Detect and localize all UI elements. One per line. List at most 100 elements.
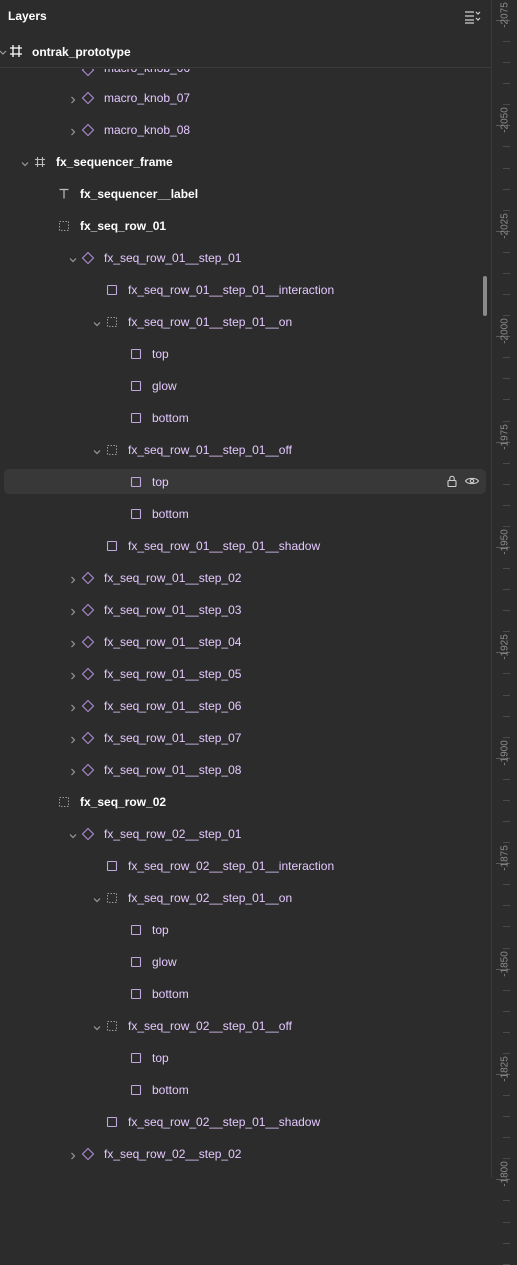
layer-row[interactable]: fx_seq_row_01__step_01 [0, 242, 491, 274]
chevron-right-icon[interactable] [68, 604, 78, 616]
layer-row[interactable]: fx_sequencer__label [0, 178, 491, 210]
layer-label: bottom [152, 507, 189, 521]
chevron-right-icon[interactable] [68, 572, 78, 584]
rectangle-icon [105, 859, 119, 873]
group-icon [105, 1019, 119, 1033]
layer-row[interactable]: fx_sequencer_frame [0, 146, 491, 178]
layer-row-root[interactable]: ontrak_prototype [0, 36, 491, 68]
component-instance-icon [81, 91, 95, 105]
chevron-down-icon[interactable] [68, 828, 78, 839]
layer-label: macro_knob_07 [104, 91, 191, 105]
layer-row[interactable]: top [0, 338, 491, 370]
layer-row[interactable]: fx_seq_row_02__step_01__shadow [0, 1106, 491, 1138]
ruler-minor-tick [503, 420, 510, 422]
layer-row[interactable]: glow [0, 370, 491, 402]
layer-row[interactable]: bottom [0, 1074, 491, 1106]
ruler-minor-tick [503, 1242, 510, 1244]
ruler-minor-tick [503, 1221, 510, 1223]
rectangle-icon [129, 507, 143, 521]
collapse-layers-icon[interactable] [463, 9, 481, 25]
layer-row[interactable]: fx_seq_row_02__step_01__off [0, 1010, 491, 1042]
ruler-minor-tick [503, 631, 510, 633]
layer-row[interactable]: fx_seq_row_01__step_05 [0, 658, 491, 690]
ruler-label: -1950 [499, 529, 511, 555]
layer-row[interactable]: macro_knob_08 [0, 114, 491, 146]
ruler-label: -1900 [499, 740, 511, 766]
layer-label[interactable]: macro_knob_06 [104, 69, 190, 75]
layer-row[interactable]: fx_seq_row_02 [0, 786, 491, 818]
chevron-down-icon[interactable] [92, 892, 102, 903]
layer-row[interactable]: top [0, 466, 491, 498]
chevron-down-icon[interactable] [92, 1020, 102, 1031]
layer-label: fx_seq_row_01__step_01__interaction [128, 283, 335, 297]
layer-row[interactable]: fx_seq_row_01__step_01__off [0, 434, 491, 466]
layer-row[interactable]: top [0, 914, 491, 946]
ruler-minor-tick [503, 399, 510, 401]
ruler-label: -1825 [499, 1056, 511, 1082]
ruler-minor-tick [503, 694, 510, 696]
layer-row[interactable]: fx_seq_row_02__step_01__on [0, 882, 491, 914]
chevron-right-icon[interactable] [68, 124, 78, 136]
rectangle-icon [129, 379, 143, 393]
layer-row[interactable]: bottom [0, 498, 491, 530]
layer-label: glow [152, 955, 177, 969]
layer-label: top [152, 475, 169, 489]
ruler-minor-tick [503, 104, 510, 106]
rectangle-icon [129, 923, 143, 937]
chevron-down-icon[interactable] [92, 444, 102, 455]
chevron-right-icon[interactable] [68, 92, 78, 104]
layer-label: fx_seq_row_01__step_01__on [128, 315, 293, 329]
chevron-down-icon[interactable] [20, 156, 30, 167]
chevron-right-icon[interactable] [68, 636, 78, 648]
ruler-minor-tick [503, 842, 510, 844]
layer-tree: macro_knob_06 macro_knob_07 macro_knob_08… [0, 69, 491, 1178]
layer-label: top [152, 1051, 169, 1065]
layer-row[interactable]: fx_seq_row_01__step_04 [0, 626, 491, 658]
layer-row[interactable]: fx_seq_row_02__step_01 [0, 818, 491, 850]
ruler-minor-tick [503, 294, 510, 296]
rectangle-icon [129, 955, 143, 969]
layer-row[interactable]: fx_seq_row_01__step_08 [0, 754, 491, 786]
ruler-label: -1800 [499, 1161, 511, 1188]
layer-row[interactable]: fx_seq_row_01__step_01__on [0, 306, 491, 338]
group-icon [57, 795, 71, 809]
root-frame-label: ontrak_prototype [32, 45, 131, 59]
eye-icon[interactable] [464, 474, 480, 488]
layer-row[interactable]: bottom [0, 978, 491, 1010]
layer-label: fx_seq_row_02__step_01 [104, 827, 242, 841]
layer-label: fx_seq_row_01__step_04 [104, 635, 242, 649]
chevron-right-icon[interactable] [68, 668, 78, 680]
chevron-right-icon[interactable] [68, 700, 78, 712]
chevron-right-icon[interactable] [68, 764, 78, 776]
layer-row[interactable]: fx_seq_row_01__step_03 [0, 594, 491, 626]
chevron-down-icon[interactable] [68, 252, 78, 263]
layer-row[interactable]: fx_seq_row_01__step_07 [0, 722, 491, 754]
layer-row[interactable]: fx_seq_row_01__step_06 [0, 690, 491, 722]
ruler-minor-tick [503, 272, 510, 274]
chevron-right-icon[interactable] [68, 1148, 78, 1160]
layer-row[interactable]: fx_seq_row_01__step_02 [0, 562, 491, 594]
chevron-right-icon[interactable] [68, 732, 78, 744]
layer-label: fx_sequencer__label [80, 187, 199, 201]
layer-row[interactable]: fx_seq_row_01 [0, 210, 491, 242]
layer-row[interactable]: bottom [0, 402, 491, 434]
ruler-minor-tick [503, 1137, 510, 1139]
chevron-down-icon[interactable] [92, 316, 102, 327]
layer-row[interactable]: fx_seq_row_01__step_01__interaction [0, 274, 491, 306]
ruler-label: -2075 [499, 2, 511, 28]
layer-row[interactable]: top [0, 1042, 491, 1074]
ruler-minor-tick [503, 1158, 510, 1160]
ruler-minor-tick [503, 568, 510, 570]
lock-icon[interactable] [445, 474, 459, 488]
layer-row[interactable]: fx_seq_row_01__step_01__shadow [0, 530, 491, 562]
ruler-minor-tick [503, 736, 510, 738]
layer-row[interactable]: fx_seq_row_02__step_02 [0, 1138, 491, 1170]
ruler-minor-tick [503, 462, 510, 464]
layer-label: fx_seq_row_01__step_01__off [128, 443, 292, 457]
ruler-minor-tick [503, 715, 510, 717]
layer-row[interactable]: fx_seq_row_02__step_01__interaction [0, 850, 491, 882]
scrollbar-thumb[interactable] [483, 276, 487, 316]
layer-row[interactable]: glow [0, 946, 491, 978]
ruler-label: -1975 [499, 423, 511, 450]
layer-row[interactable]: macro_knob_07 [0, 82, 491, 114]
